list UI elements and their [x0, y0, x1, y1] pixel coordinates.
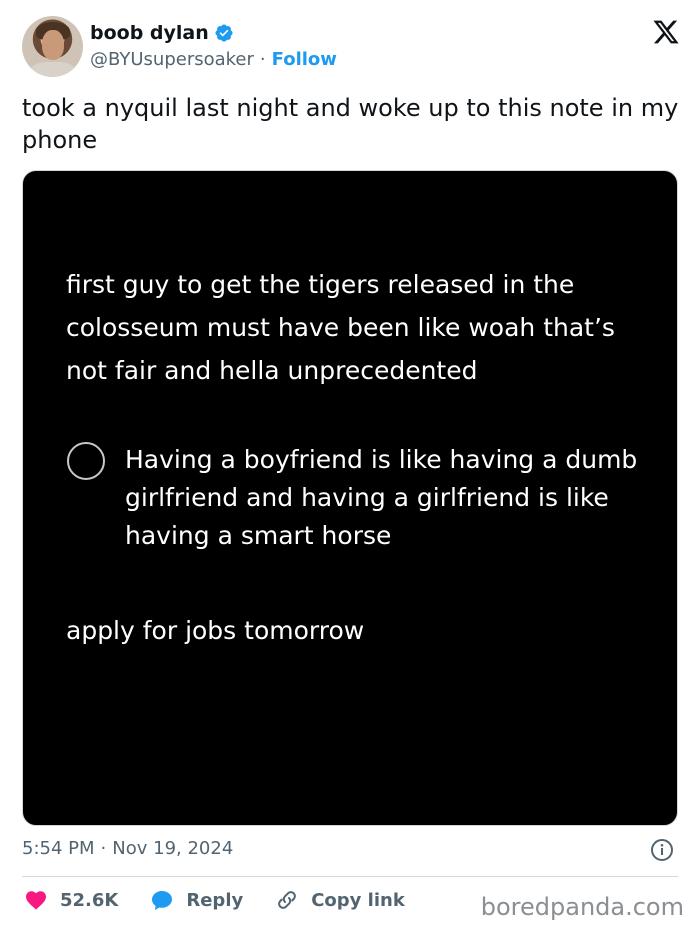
handle-separator: · — [259, 49, 266, 70]
note-checklist-item: Having a boyfriend is like having a dumb… — [125, 445, 638, 550]
like-button[interactable]: 52.6K — [24, 888, 118, 912]
handle[interactable]: @BYUsupersoaker — [90, 49, 254, 70]
avatar-face — [42, 30, 64, 60]
copy-link-label: Copy link — [311, 889, 405, 911]
tweet-text: took a nyquil last night and woke up to … — [22, 94, 679, 154]
avatar-shirt — [30, 62, 76, 77]
tweet-time: 5:54 PM — [22, 838, 95, 859]
tweet-date: Nov 19, 2024 — [112, 838, 234, 859]
reply-label: Reply — [186, 889, 244, 911]
tweet-media-image[interactable]: first guy to get the tigers released in … — [22, 170, 678, 826]
x-logo-icon[interactable] — [652, 18, 680, 46]
verified-badge-icon — [215, 24, 233, 42]
tweet-header: boob dylan @BYUsupersoaker · Follow — [22, 16, 682, 78]
watermark: boredpanda.com — [480, 893, 684, 921]
follow-button[interactable]: Follow — [272, 49, 337, 70]
link-icon — [278, 891, 297, 909]
handle-row: @BYUsupersoaker · Follow — [90, 49, 337, 70]
display-name[interactable]: boob dylan — [90, 22, 209, 44]
tweet-timestamp[interactable]: 5:54 PM · Nov 19, 2024 — [22, 838, 233, 859]
reply-button[interactable]: Reply — [150, 888, 243, 912]
checkbox-circle-icon — [67, 442, 105, 480]
note-line-3: apply for jobs tomorrow — [66, 616, 365, 645]
action-bar: 52.6K Reply Copy link — [24, 888, 437, 912]
heart-icon — [26, 891, 46, 910]
divider — [22, 876, 678, 877]
avatar[interactable] — [22, 16, 83, 77]
reply-bubble-icon — [152, 891, 173, 910]
note-line-1: first guy to get the tigers released in … — [66, 270, 615, 385]
like-count: 52.6K — [60, 889, 119, 911]
info-icon[interactable] — [650, 838, 674, 862]
timestamp-separator: · — [100, 838, 107, 859]
name-row: boob dylan — [90, 22, 234, 44]
copy-link-button[interactable]: Copy link — [275, 888, 405, 912]
